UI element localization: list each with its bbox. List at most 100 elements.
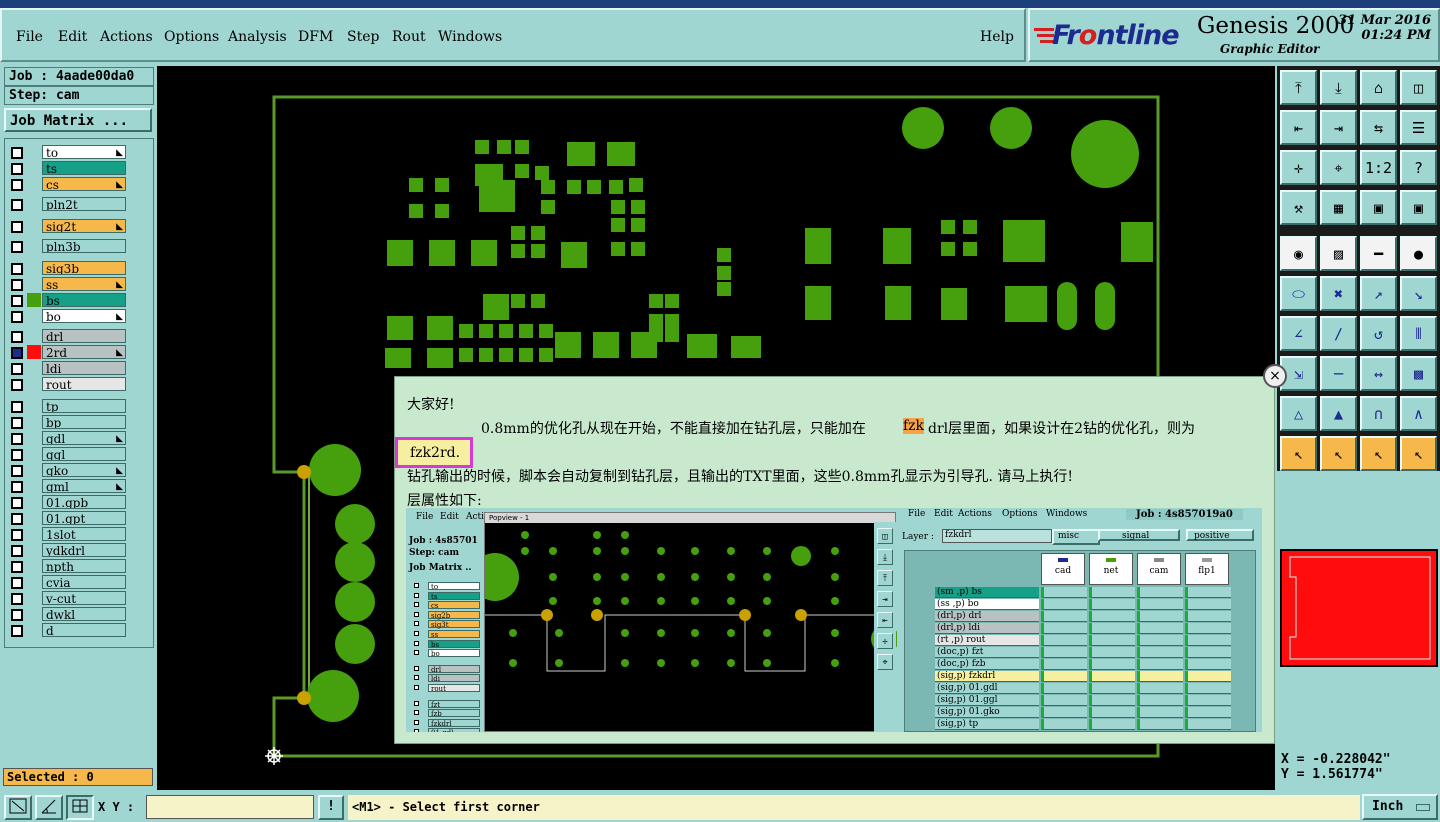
layer-checkbox[interactable] [11,529,23,541]
arch-dash-icon[interactable]: ▲ [1320,396,1357,431]
layer-name[interactable]: 01.gpt [42,511,126,525]
grid-icon[interactable]: ▦ [1320,190,1357,225]
layer-checkbox[interactable] [11,147,23,159]
units-select[interactable]: Inch [1362,794,1438,820]
layer-name[interactable]: 2rd ◣ [42,345,126,359]
layer-checkbox[interactable] [11,311,23,323]
menu-edit[interactable]: Edit [58,29,87,45]
zoom-center-icon[interactable]: ⌖ [1320,150,1357,185]
layer-name[interactable]: bp [42,415,126,429]
zoom-one-to-one-icon[interactable]: 1:2 [1360,150,1397,185]
layer-checkbox[interactable] [11,497,23,509]
layer-color-marker[interactable] [27,591,41,605]
arch-alt-icon[interactable]: ∧ [1400,396,1437,431]
move-to-top-icon[interactable]: ⤒ [1280,70,1317,105]
layer-color-marker[interactable] [27,479,41,493]
layer-checkbox[interactable] [11,577,23,589]
ruler-icon[interactable]: ━ [1360,236,1397,271]
menu-analysis[interactable]: Analysis [228,29,287,45]
layer-checkbox[interactable] [11,279,23,291]
layer-color-marker[interactable] [27,575,41,589]
angle-icon[interactable]: ∠ [1280,316,1317,351]
layer-name[interactable]: drl [42,329,126,343]
layer-checkbox[interactable] [11,481,23,493]
layer-color-marker[interactable] [27,399,41,413]
layer-checkbox[interactable] [11,331,23,343]
menu-actions[interactable]: Actions [100,29,153,45]
layer-color-marker[interactable] [27,145,41,159]
move-to-bottom-icon[interactable]: ⤓ [1320,70,1357,105]
layer-name[interactable]: gko ◣ [42,463,126,477]
layer-color-marker[interactable] [27,543,41,557]
layer-name[interactable]: 01.gpb [42,495,126,509]
layer-color-marker[interactable] [27,309,41,323]
layer-checkbox[interactable] [11,199,23,211]
layer-color-marker[interactable] [27,607,41,621]
layer-checkbox[interactable] [11,417,23,429]
layer-name[interactable]: bs [42,293,126,307]
layer-name[interactable]: ss ◣ [42,277,126,291]
measure-icon[interactable] [35,795,63,820]
move-arc-alt-icon[interactable]: ↘ [1400,276,1437,311]
menu-windows[interactable]: Windows [438,29,502,45]
menu-step[interactable]: Step [347,29,379,45]
move-left-icon[interactable]: ⇤ [1280,110,1317,145]
layer-name[interactable]: sig2t ◣ [42,219,126,233]
line-cut-icon[interactable]: ─ [1320,356,1357,391]
layer-color-marker[interactable] [27,293,41,307]
layer-checkbox[interactable] [11,401,23,413]
layer-checkbox[interactable] [11,241,23,253]
select-circle-icon[interactable]: ↖ [1360,436,1397,471]
layer-checkbox[interactable] [11,513,23,525]
pad-snap-alt-icon[interactable]: ▣ [1400,190,1437,225]
layer-color-marker[interactable] [27,161,41,175]
layer-color-marker[interactable] [27,527,41,541]
layer-checkbox[interactable] [11,593,23,605]
layer-checkbox[interactable] [11,363,23,375]
layer-name[interactable]: ldi [42,361,126,375]
layer-checkbox[interactable] [11,609,23,621]
layer-checkbox[interactable] [11,561,23,573]
add-shape-icon[interactable]: ▨ [1320,236,1357,271]
layer-checkbox[interactable] [11,295,23,307]
triangle-outline-icon[interactable]: △ [1280,396,1317,431]
move-right-icon[interactable]: ⇥ [1320,110,1357,145]
layer-shift-icon[interactable]: ☰ [1400,110,1437,145]
layer-name[interactable]: bo ◣ [42,309,126,323]
window-split-icon[interactable]: ◫ [1400,70,1437,105]
layer-color-marker[interactable] [27,329,41,343]
menu-file[interactable]: File [16,29,43,45]
layer-color-marker[interactable] [27,277,41,291]
shape-group-icon[interactable]: ▩ [1400,356,1437,391]
layer-color-marker[interactable] [27,377,41,391]
layer-name[interactable]: dwkl [42,607,126,621]
layer-name[interactable]: v-cut [42,591,126,605]
layer-name[interactable]: pln2t [42,197,126,211]
layer-checkbox[interactable] [11,465,23,477]
layer-name[interactable]: gdl ◣ [42,431,126,445]
zoom-fit-icon[interactable]: ✛ [1280,150,1317,185]
pad-round-icon[interactable]: ● [1400,236,1437,271]
layer-color-marker[interactable] [27,463,41,477]
layer-checkbox[interactable] [11,379,23,391]
layer-checkbox[interactable] [11,347,23,359]
grid-snap-icon[interactable] [66,795,94,820]
layer-color-marker[interactable] [27,219,41,233]
resize-icon[interactable]: ↔ [1360,356,1397,391]
alert-icon[interactable]: ! [318,795,344,820]
layer-name[interactable]: ydkdrl [42,543,126,557]
select-net-icon[interactable]: ↖ [1400,436,1437,471]
menu-help[interactable]: Help [980,29,1014,45]
layer-checkbox[interactable] [11,545,23,557]
swap-icon[interactable]: ⇆ [1360,110,1397,145]
layer-name[interactable]: cvia [42,575,126,589]
add-pad-icon[interactable]: ◉ [1280,236,1317,271]
layer-color-marker[interactable] [27,623,41,637]
layer-color-marker[interactable] [27,415,41,429]
layer-name[interactable]: rout [42,377,126,391]
layer-color-marker[interactable] [27,447,41,461]
move-arc-icon[interactable]: ↗ [1360,276,1397,311]
menu-dfm[interactable]: DFM [298,29,333,45]
layer-name[interactable]: to ◣ [42,145,126,159]
layer-checkbox[interactable] [11,179,23,191]
